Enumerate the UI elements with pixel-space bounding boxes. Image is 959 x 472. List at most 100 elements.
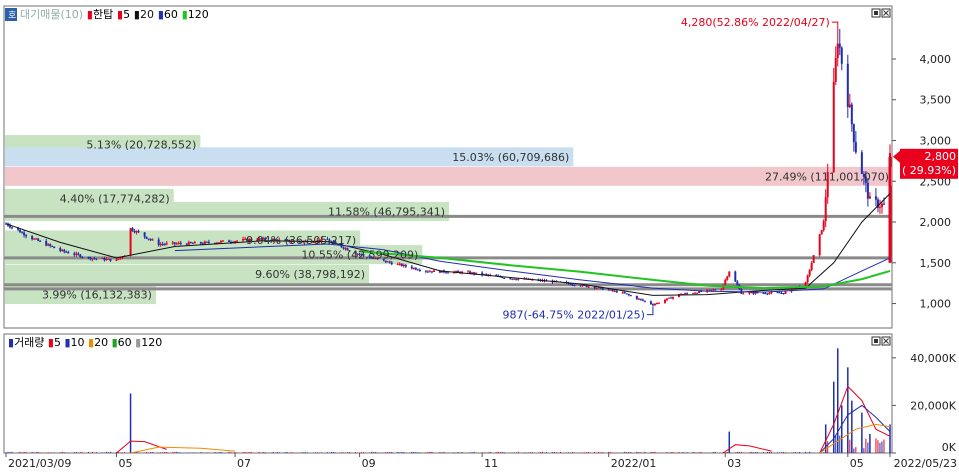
candle-body — [868, 196, 871, 199]
candle-body — [770, 292, 773, 294]
candle-body — [386, 261, 389, 263]
candle-body — [766, 293, 769, 295]
candle-body — [444, 272, 447, 274]
candle-body — [513, 278, 516, 280]
candle-body — [754, 292, 757, 294]
candle-body — [728, 271, 731, 277]
supply-zone-label: 5.13% (20,728,552) — [86, 139, 196, 152]
candle-body — [597, 287, 600, 289]
candle-body — [629, 295, 632, 297]
volume-legend-text: ▮거래량 ▮5 ▮10 ▮20 ▮60 ▮120 — [8, 336, 162, 349]
candle-body — [73, 253, 76, 255]
stock-chart: 5.13% (20,728,552) 15.03% (60,709,686) 27.… — [0, 0, 959, 470]
candle-body — [203, 241, 206, 244]
y-tick-label: 1,000 — [920, 298, 952, 311]
candle-body — [734, 271, 737, 282]
candle-body — [625, 293, 628, 295]
candle-body — [720, 289, 723, 291]
candle-body — [149, 239, 152, 241]
candle-body — [242, 239, 245, 241]
candle-body — [840, 47, 843, 64]
candle-body — [61, 249, 64, 251]
x-tick-label: 05 — [850, 457, 864, 469]
candle-body — [219, 241, 222, 243]
candle-body — [185, 243, 188, 245]
candle-body — [109, 258, 112, 261]
candle-body — [129, 228, 132, 256]
candle-body — [782, 293, 785, 295]
candle-body — [430, 271, 433, 273]
candle-body — [228, 240, 231, 242]
supply-zone-label: 4.40% (17,774,282) — [60, 192, 170, 205]
candle-body — [135, 231, 138, 233]
candle-body — [882, 203, 885, 205]
candle-body — [686, 293, 689, 295]
candle-body — [179, 242, 182, 244]
candle-body — [177, 242, 180, 244]
legend-item: 10 — [71, 336, 89, 349]
candle-body — [65, 251, 68, 253]
candle-body — [517, 278, 520, 280]
candle-body — [780, 292, 783, 294]
candle-body — [569, 283, 572, 285]
legend-item: 120 — [141, 336, 162, 349]
candle-body — [418, 270, 421, 272]
candle-body — [509, 278, 512, 280]
legend-item: 5 — [54, 336, 65, 349]
candle-body — [163, 244, 166, 246]
legend-item: 60 — [118, 336, 136, 349]
volume-legend: ▮거래량 ▮5 ▮10 ▮20 ▮60 ▮120 — [8, 336, 162, 349]
x-tick-label: 03 — [727, 457, 741, 469]
candle-body — [35, 238, 38, 240]
candle-body — [137, 231, 140, 233]
candle-body — [396, 263, 399, 265]
candle-body — [147, 238, 150, 240]
candle-body — [778, 292, 781, 294]
supply-zone-label: 27.49% (111,001,070) — [765, 170, 889, 183]
candle-body — [426, 271, 429, 273]
y-tick-label: 40,000K — [910, 352, 956, 365]
candle-body — [635, 295, 638, 300]
candle-body — [207, 241, 210, 243]
candle-body — [684, 293, 687, 295]
candle-body — [726, 276, 729, 280]
supply-zone-label: 11.58% (46,795,341) — [328, 205, 445, 218]
legend-item: 20 — [140, 8, 154, 21]
candle-body — [39, 240, 42, 242]
candle-body — [67, 252, 70, 254]
candle-body — [768, 292, 771, 294]
candle-body — [95, 258, 98, 260]
candle-body — [651, 304, 654, 306]
candle-body — [613, 290, 616, 292]
candle-body — [880, 203, 883, 208]
candle-body — [712, 289, 715, 291]
candle-body — [145, 236, 148, 239]
candle-body — [31, 236, 34, 240]
candle-body — [776, 292, 779, 294]
candle-body — [187, 242, 190, 245]
candle-body — [236, 240, 239, 242]
corner-label: 호 — [8, 10, 16, 21]
candle-body — [23, 232, 26, 236]
candle-body — [157, 239, 160, 246]
candle-body — [627, 294, 630, 296]
legend-item: 20 — [94, 336, 112, 349]
candle-body — [593, 286, 596, 289]
candle-body — [696, 292, 699, 294]
y-tick-label: 4,000 — [920, 53, 952, 66]
candle-body — [414, 267, 417, 270]
y-tick-label: 3,000 — [920, 135, 952, 148]
candle-body — [511, 278, 514, 280]
candle-body — [402, 264, 405, 266]
candle-body — [191, 242, 194, 244]
price-legend: 호 대기매물(10) ▮한탑 ▮5 ▮20 ▮60 ▮120 — [5, 8, 209, 21]
chart-canvas: 5.13% (20,728,552) 15.03% (60,709,686) 27.… — [0, 0, 959, 470]
candle-body — [51, 245, 54, 247]
candle-body — [850, 104, 853, 125]
candle-body — [11, 227, 14, 229]
candle-body — [410, 266, 413, 269]
candle-body — [854, 142, 857, 153]
candle-body — [457, 271, 460, 273]
supply-zone-label: 15.03% (60,709,686) — [452, 151, 569, 164]
x-tick-label: 2021/03/09 — [8, 457, 71, 469]
